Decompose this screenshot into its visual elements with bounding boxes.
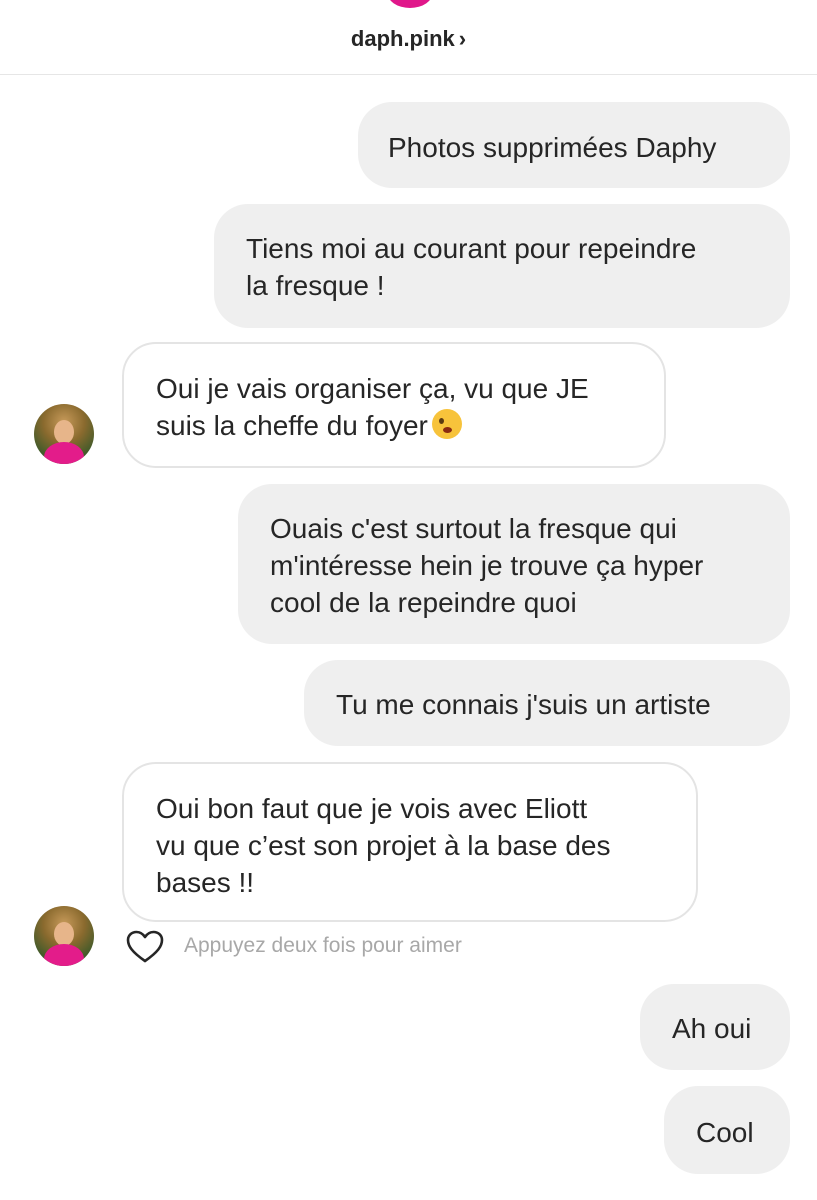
avatar-shirt [44,944,84,966]
message-line: m'intéresse hein je trouve ça hyper [270,550,704,581]
message-line: bases !! [156,867,255,898]
avatar-shirt [44,442,84,464]
message-text: Tu me connais j'suis un artiste [336,689,711,720]
winking-face-icon [431,409,462,439]
message-received[interactable]: Oui je vais organiser ça, vu que JE suis… [122,342,666,468]
avatar[interactable] [34,906,94,966]
message-sent[interactable]: Tiens moi au courant pour repeindre la f… [214,204,790,328]
avatar-face [54,922,74,946]
message-line: Oui je vais organiser ça, vu que JE [156,373,589,404]
chat-title[interactable]: daph.pink › [0,26,817,52]
message-line: Ouais c'est surtout la fresque qui [270,513,677,544]
message-text: Photos supprimées Daphy [388,132,717,163]
message-sent[interactable]: Photos supprimées Daphy [358,102,790,188]
message-sent[interactable]: Ah oui [640,984,790,1070]
message-line: cool de la repeindre quoi [270,587,577,618]
message-line: suis la cheffe du foyer [156,407,664,444]
message-text: Ah oui [672,1013,752,1044]
message-sent[interactable]: Tu me connais j'suis un artiste [304,660,790,746]
message-line: la fresque ! [246,270,385,301]
chevron-right-icon[interactable]: › [459,26,466,51]
message-sent[interactable]: Cool [664,1086,790,1174]
username[interactable]: daph.pink [351,26,455,51]
avatar[interactable] [34,404,94,464]
avatar-face [54,420,74,444]
message-line: Oui bon faut que je vois avec Eliott [156,793,588,824]
header-avatar[interactable] [387,0,433,8]
double-tap-like-hint: Appuyez deux fois pour aimer [184,934,462,957]
message-text: Cool [696,1117,754,1148]
message-sent[interactable]: Ouais c'est surtout la fresque qui m'int… [238,484,790,644]
heart-outline-icon[interactable] [126,930,164,964]
message-received[interactable]: Oui bon faut que je vois avec Eliott vu … [122,762,698,922]
message-line: Tiens moi au courant pour repeindre [246,233,697,264]
message-line: vu que c’est son projet à la base des [156,830,611,861]
chat-header: daph.pink › [0,0,817,75]
